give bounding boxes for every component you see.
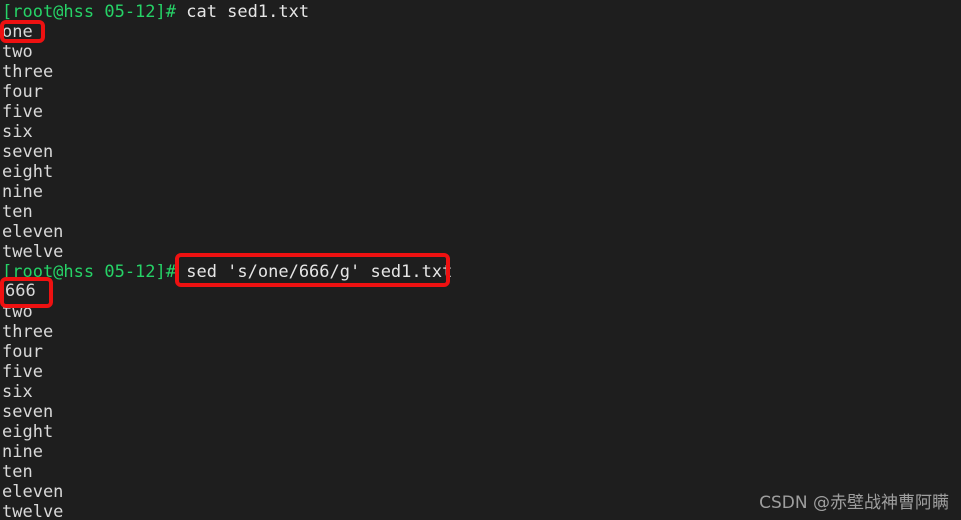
output-line: eight: [2, 422, 54, 442]
output-line: eleven: [2, 222, 64, 242]
output-line: six: [2, 122, 33, 142]
output-line: seven: [2, 402, 54, 422]
prompt-line: [root@hss 05-12]# sed 's/one/666/g' sed1…: [2, 262, 961, 282]
shell-prompt: [root@hss 05-12]#: [2, 2, 187, 22]
output-line: five: [2, 362, 43, 382]
output-line: three: [2, 322, 54, 342]
output-line: nine: [2, 442, 43, 462]
output-line: four: [2, 342, 43, 362]
highlight-box-666-label: 666: [5, 281, 36, 301]
command-text: sed 's/one/666/g' sed1.txt: [186, 262, 453, 282]
output-line: ten: [2, 462, 33, 482]
output-line: five: [2, 102, 43, 122]
output-line: six: [2, 382, 33, 402]
terminal-window[interactable]: [root@hss 05-12]# cat sed1.txt one two t…: [0, 0, 961, 520]
shell-prompt: [root@hss 05-12]#: [2, 262, 187, 282]
output-line: two: [2, 42, 33, 62]
output-line: twelve: [2, 242, 64, 262]
output-line: nine: [2, 182, 43, 202]
command-text: cat sed1.txt: [186, 2, 310, 22]
output-line: eight: [2, 162, 54, 182]
output-line: 666: [2, 282, 33, 302]
prompt-line: [root@hss 05-12]# cat sed1.txt: [2, 2, 961, 22]
output-line: ten: [2, 202, 33, 222]
output-line: two: [2, 302, 33, 322]
output-line: seven: [2, 142, 54, 162]
output-line: three: [2, 62, 54, 82]
watermark: CSDN @赤壁战神曹阿瞒: [759, 493, 949, 513]
output-line: four: [2, 82, 43, 102]
output-line: one: [2, 22, 33, 42]
terminal-screen: [root@hss 05-12]# cat sed1.txt one two t…: [0, 0, 961, 520]
